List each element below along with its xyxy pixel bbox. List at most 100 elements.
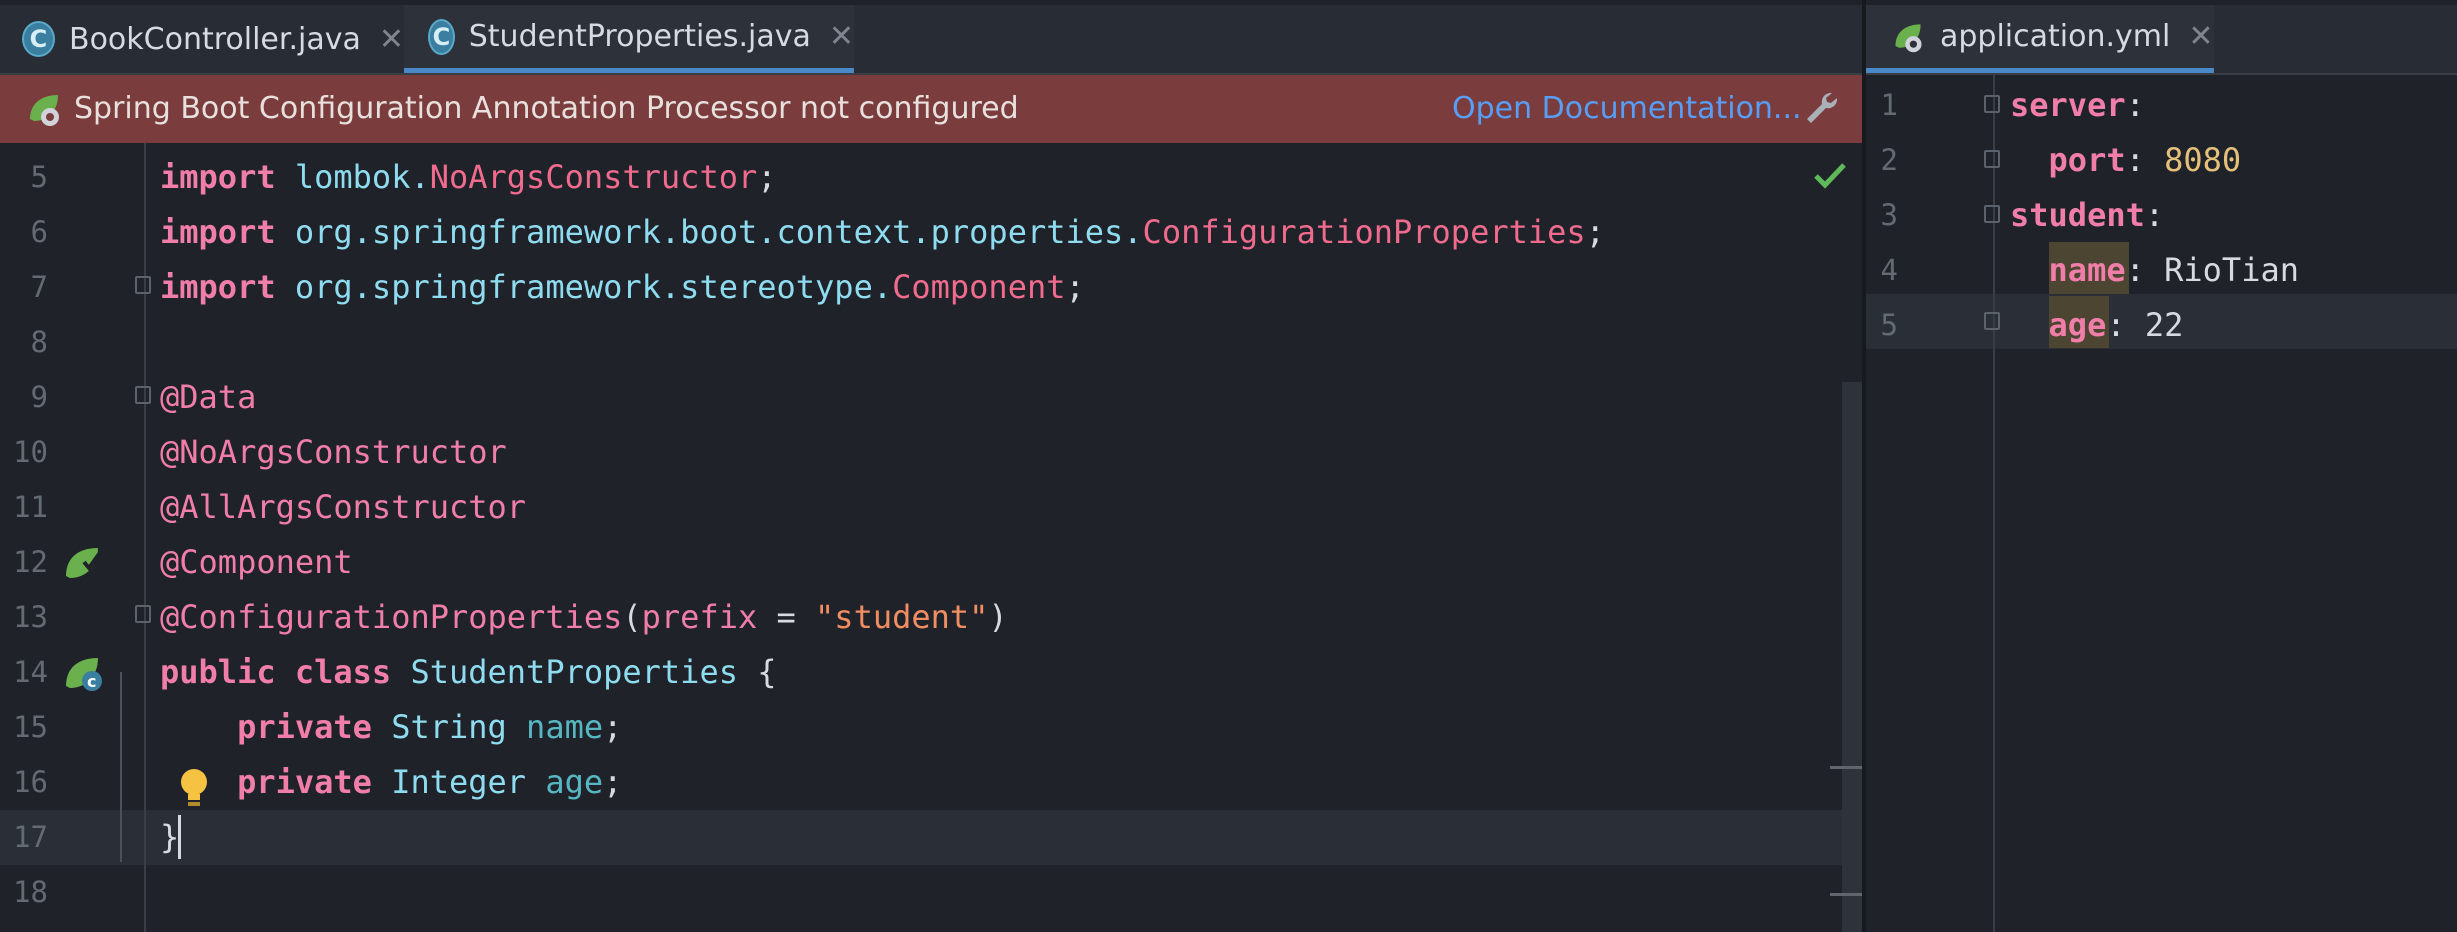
code-line[interactable]: @Component (160, 535, 353, 590)
line-number: 8 (30, 325, 48, 359)
code-line[interactable]: @ConfigurationProperties(prefix = "stude… (160, 590, 1008, 645)
code-token: private (160, 708, 372, 746)
fold-icon[interactable] (135, 386, 151, 404)
code-token: : 22 (2106, 306, 2184, 344)
line-number: 16 (13, 765, 48, 799)
checkmark-icon (1814, 163, 1846, 189)
tab-studentproperties[interactable]: C StudentProperties.java ✕ (404, 5, 854, 73)
code-token: = (757, 598, 816, 636)
code-line[interactable]: @NoArgsConstructor (160, 425, 507, 480)
code-token: org.springframework.boot.context.propert… (275, 213, 1143, 251)
tab-bookcontroller[interactable]: C BookController.java ✕ (0, 5, 404, 73)
line-number: 17 (13, 820, 48, 854)
text-caret (178, 815, 181, 859)
scrollbar-track[interactable] (1842, 382, 1862, 932)
left-tab-bar: C BookController.java ✕ C StudentPropert… (0, 5, 1862, 75)
line-number: 12 (13, 545, 48, 579)
code-token: ConfigurationProperties (1142, 213, 1586, 251)
code-line[interactable]: @Data (160, 370, 256, 425)
code-line[interactable]: private Integer age; (160, 755, 622, 810)
code-token: ; (603, 708, 623, 746)
code-token: import (160, 213, 276, 251)
code-line[interactable]: import lombok.NoArgsConstructor; (160, 150, 777, 205)
spring-bean-icon[interactable] (62, 542, 104, 582)
fold-icon[interactable] (1984, 95, 2000, 113)
code-token: : (2144, 196, 2165, 234)
line-number: 7 (30, 270, 48, 304)
code-line[interactable]: import org.springframework.boot.context.… (160, 205, 1605, 260)
fold-icon[interactable] (1984, 312, 2000, 330)
code-token: ) (988, 598, 1008, 636)
code-token: import (160, 158, 276, 196)
line-number: 3 (1880, 198, 1898, 232)
code-token: @Component (160, 543, 353, 581)
bulb-icon[interactable] (176, 766, 212, 810)
right-tab-bar: application.yml ✕ (1866, 5, 2457, 75)
code-line[interactable]: } (160, 810, 179, 865)
code-token: lombok. (275, 158, 430, 196)
code-token: age (545, 763, 604, 801)
line-number: 13 (13, 600, 48, 634)
open-documentation-link[interactable]: Open Documentation... (1452, 91, 1802, 126)
line-number: 1 (1880, 88, 1898, 122)
banner-message: Spring Boot Configuration Annotation Pro… (74, 91, 1019, 126)
fold-icon[interactable] (1984, 205, 2000, 223)
code-token: : (2125, 141, 2165, 179)
code-token: @NoArgsConstructor (160, 433, 507, 471)
spring-bean-icon[interactable]: c (62, 652, 106, 694)
code-token: 8080 (2164, 141, 2242, 179)
spring-icon (30, 95, 59, 126)
svg-text:c: c (87, 672, 96, 691)
close-icon[interactable]: ✕ (829, 19, 854, 54)
code-token: org.springframework.stereotype. (275, 268, 893, 306)
code-line[interactable]: port: 8080 (2010, 133, 2242, 188)
line-number: 15 (13, 710, 48, 744)
code-token: : RioTian (2125, 251, 2299, 289)
code-token: "student" (815, 598, 989, 636)
code-token: : (2125, 86, 2145, 124)
code-line[interactable]: name: RioTian (2010, 243, 2299, 298)
scroll-marker (1830, 766, 1862, 769)
code-token: NoArgsConstructor (429, 158, 758, 196)
code-token: student (2010, 196, 2145, 234)
indent-guide (120, 672, 122, 862)
fold-icon[interactable] (135, 276, 151, 294)
close-icon[interactable]: ✕ (2188, 19, 2213, 54)
code-token: { (757, 653, 777, 691)
tab-label: StudentProperties.java (468, 19, 811, 54)
scroll-marker (1830, 893, 1862, 896)
code-token: server (2010, 86, 2126, 124)
code-line[interactable]: private String name; (160, 700, 622, 755)
code-line[interactable]: @AllArgsConstructor (160, 480, 526, 535)
code-token: public class (160, 653, 392, 691)
tab-application-yml[interactable]: application.yml ✕ (1866, 5, 2214, 73)
code-token: @Data (160, 378, 257, 416)
notification-banner: Spring Boot Configuration Annotation Pro… (0, 75, 1862, 143)
wrench-icon[interactable] (1802, 89, 1840, 127)
fold-icon[interactable] (1984, 150, 2000, 168)
line-number: 18 (13, 875, 48, 909)
tab-label: application.yml (1940, 19, 2171, 54)
line-number: 14 (13, 655, 48, 689)
line-number: 4 (1880, 253, 1898, 287)
code-token: ; (1065, 268, 1085, 306)
code-token: StudentProperties (391, 653, 758, 691)
code-token: prefix (641, 598, 758, 636)
line-number: 10 (13, 435, 48, 469)
code-line[interactable]: server: (2010, 78, 2145, 133)
code-line[interactable]: age: 22 (2010, 298, 2184, 353)
line-number: 9 (30, 380, 48, 414)
code-line[interactable]: student: (2010, 188, 2164, 243)
code-token: ( (622, 598, 642, 636)
code-token: port (2010, 141, 2126, 179)
code-token: String (371, 708, 527, 746)
close-icon[interactable]: ✕ (379, 22, 404, 57)
line-number: 6 (30, 215, 48, 249)
code-token: } (160, 818, 180, 856)
fold-icon[interactable] (135, 605, 151, 623)
code-line[interactable]: public class StudentProperties { (160, 645, 777, 700)
gutter-separator (144, 143, 146, 932)
code-line[interactable]: import org.springframework.stereotype.Co… (160, 260, 1085, 315)
line-number: 5 (1880, 308, 1898, 342)
class-icon: C (22, 21, 55, 57)
